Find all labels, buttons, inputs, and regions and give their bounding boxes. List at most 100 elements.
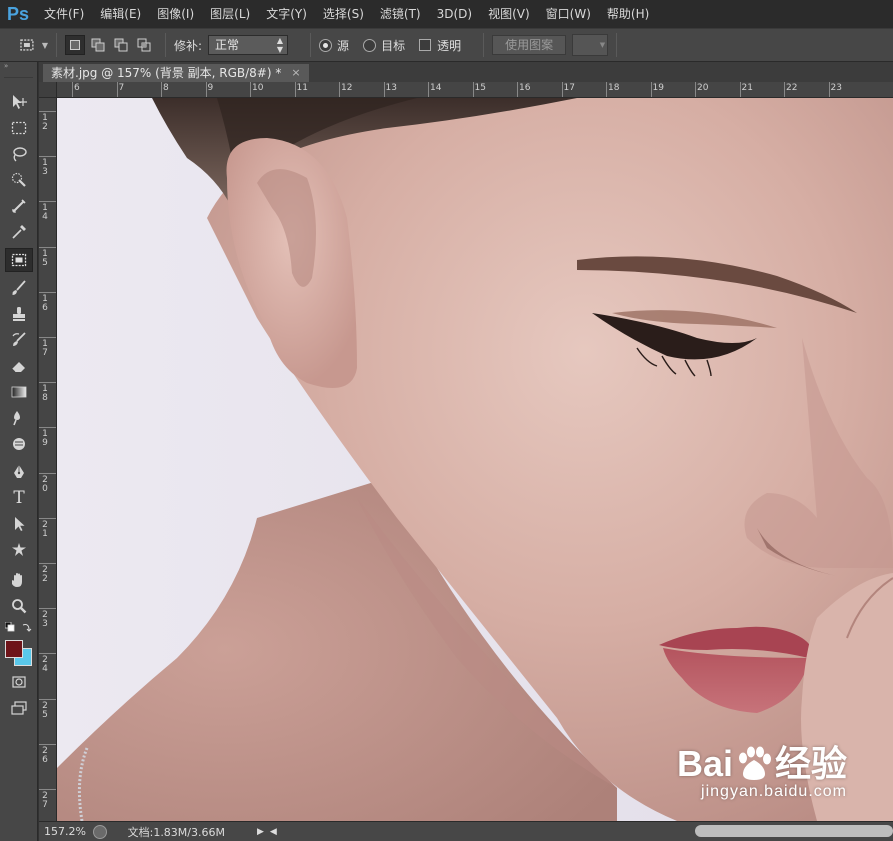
vertical-ruler[interactable]: 12 13 14 15 16 17 18 19 20 21 22 23 24 25 26 27: [39, 98, 57, 821]
type-tool[interactable]: T: [5, 486, 33, 510]
quick-mask-icon: [12, 676, 26, 688]
crop-tool[interactable]: [5, 194, 33, 218]
photoshop-logo: Ps: [6, 3, 30, 24]
ruler-tick: [294, 82, 296, 97]
ruler-tick: [606, 82, 607, 97]
menu-layer[interactable]: 图层(L): [202, 0, 258, 28]
default-colors-icon[interactable]: [5, 622, 15, 632]
zoom-level[interactable]: 157.2%: [39, 825, 89, 838]
foreground-color-swatch[interactable]: [5, 640, 23, 658]
move-tool[interactable]: [5, 90, 33, 114]
document-tab[interactable]: 素材.jpg @ 157% (背景 副本, RGB/8#) * ×: [43, 64, 309, 82]
use-pattern-button[interactable]: 使用图案: [492, 35, 567, 55]
ruler-tick: [561, 82, 563, 97]
document-info-icon[interactable]: [93, 824, 107, 839]
document-canvas[interactable]: Bai 经验 jingyan.baidu.com: [57, 98, 893, 821]
menu-filter[interactable]: 滤镜(T): [372, 0, 429, 28]
gradient-tool[interactable]: [5, 380, 33, 404]
ruler-origin[interactable]: [39, 82, 57, 98]
eyedropper-tool-icon: [12, 225, 26, 239]
eyedropper-tool[interactable]: [5, 220, 33, 244]
ruler-label: 19: [652, 83, 664, 93]
marquee-tool[interactable]: [5, 116, 33, 140]
ruler-tick: [39, 291, 56, 293]
new-selection-button[interactable]: [65, 35, 85, 55]
source-label: 源: [337, 38, 350, 53]
quick-selection-tool[interactable]: [5, 168, 33, 192]
zoom-tool[interactable]: [5, 594, 33, 618]
ruler-label: 21: [741, 83, 753, 93]
close-icon[interactable]: ×: [291, 64, 300, 82]
screen-mode-button[interactable]: [5, 696, 33, 720]
menu-help[interactable]: 帮助(H): [599, 0, 657, 28]
blur-tool[interactable]: [5, 406, 33, 430]
menu-edit[interactable]: 编辑(E): [92, 0, 149, 28]
eraser-tool-icon: [11, 362, 25, 373]
panel-collapse-icon[interactable]: »: [0, 62, 37, 70]
status-menu-arrow-icon[interactable]: ▶: [257, 827, 264, 837]
ruler-label: 15: [42, 248, 48, 268]
menu-3d[interactable]: 3D(D): [429, 0, 480, 28]
ruler-tick: [39, 517, 56, 519]
ruler-tick: [739, 82, 741, 97]
ruler-tick: [39, 653, 56, 655]
horizontal-ruler[interactable]: 6 7 8 9 10 11 12 13 14 15 16 17 18 19 20 21 22 23: [57, 82, 893, 98]
dodge-tool-icon: [13, 438, 25, 450]
watermark-brand: Bai: [676, 743, 733, 784]
patch-tool-icon: [20, 39, 34, 51]
crop-tool-icon: [12, 199, 26, 213]
dodge-tool[interactable]: [5, 432, 33, 456]
swap-colors-icon[interactable]: [22, 622, 32, 632]
pen-tool[interactable]: [5, 460, 33, 484]
blur-tool-icon: [13, 411, 20, 426]
ruler-label: 11: [296, 83, 308, 93]
subtract-selection-button[interactable]: [111, 35, 131, 55]
screen-mode-icon: [11, 701, 27, 715]
menu-window[interactable]: 窗口(W): [538, 0, 599, 28]
horizontal-scrollbar[interactable]: [695, 825, 893, 837]
patch-mode-select[interactable]: 正常 ▲ ▼: [208, 35, 289, 55]
intersect-selection-button[interactable]: [134, 35, 154, 55]
brush-tool[interactable]: [5, 276, 33, 300]
new-selection-icon: [70, 40, 80, 50]
menu-type[interactable]: 文字(Y): [258, 0, 315, 28]
ruler-tick: [39, 698, 56, 700]
destination-radio[interactable]: 目标: [363, 37, 405, 54]
menu-view[interactable]: 视图(V): [480, 0, 538, 28]
menu-select[interactable]: 选择(S): [315, 0, 372, 28]
menu-file[interactable]: 文件(F): [36, 0, 92, 28]
type-tool-icon: T: [13, 488, 25, 508]
patch-tool[interactable]: [5, 248, 33, 272]
add-to-selection-button[interactable]: [88, 35, 108, 55]
divider: [616, 33, 618, 57]
eraser-tool[interactable]: [5, 354, 33, 378]
patch-mode-value: 正常: [215, 38, 240, 52]
scroll-left-icon[interactable]: ◀: [270, 827, 277, 837]
shape-tool[interactable]: [5, 538, 33, 562]
source-radio[interactable]: 源: [319, 37, 349, 54]
history-brush-tool[interactable]: [5, 328, 33, 352]
marquee-tool-icon: [11, 121, 27, 135]
tool-preset-picker[interactable]: ▼: [18, 33, 48, 57]
ruler-label: 16: [519, 83, 531, 93]
quick-selection-tool-icon: [11, 172, 26, 187]
ruler-tick: [39, 608, 56, 610]
quick-mask-button[interactable]: [5, 670, 33, 694]
ruler-tick: [39, 156, 56, 158]
clone-stamp-tool[interactable]: [5, 302, 33, 326]
divider: [483, 33, 485, 57]
ruler-tick: [784, 82, 785, 97]
hand-tool[interactable]: [5, 568, 33, 592]
menu-image[interactable]: 图像(I): [149, 0, 202, 28]
shape-tool-icon: [12, 543, 26, 556]
panel-grip[interactable]: [4, 72, 33, 78]
ruler-tick: [428, 82, 429, 97]
chevron-down-icon: ▼: [41, 40, 48, 50]
pattern-picker[interactable]: ▼: [572, 34, 609, 56]
path-selection-tool[interactable]: [5, 512, 33, 536]
ruler-tick: [39, 743, 56, 745]
ruler-label: 14: [42, 203, 48, 223]
transparent-checkbox[interactable]: 透明: [419, 37, 461, 54]
history-brush-tool-icon: [12, 332, 26, 346]
lasso-tool[interactable]: [5, 142, 33, 166]
